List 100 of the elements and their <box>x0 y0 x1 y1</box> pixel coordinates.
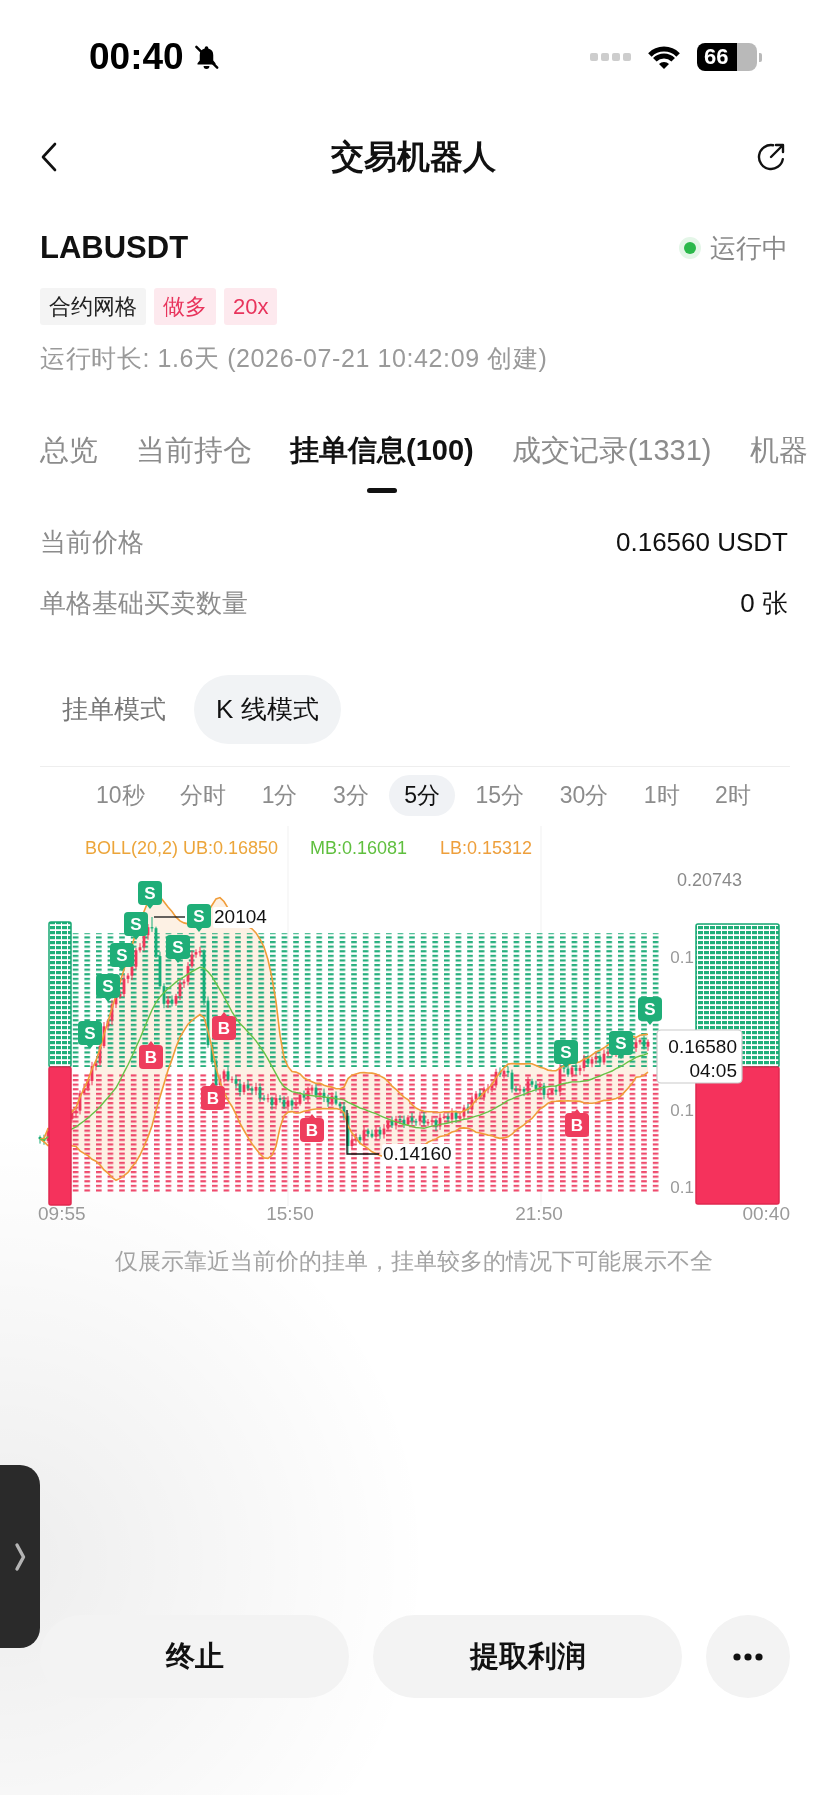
info-value: 0.16560 USDT <box>616 526 788 558</box>
rising-candle <box>406 1114 410 1127</box>
price-axis-label: 0.1 <box>670 948 694 967</box>
interval-tab[interactable]: 30分 <box>544 775 624 816</box>
strategy-tag: 合约网格 <box>40 288 146 325</box>
high-price-label: 20104 <box>213 906 268 928</box>
rising-candle <box>526 1076 530 1097</box>
mode-toggle[interactable]: K 线模式 <box>194 675 341 744</box>
info-label: 当前价格 <box>40 526 144 558</box>
falling-candle <box>170 994 174 1007</box>
back-button[interactable] <box>40 142 58 172</box>
rising-candle <box>230 1075 234 1084</box>
time-axis-label: 00:40 <box>742 1203 790 1224</box>
last-price-label: 0.16580 <box>668 1036 737 1057</box>
chevron-left-icon <box>40 142 58 172</box>
time-axis-label: 15:50 <box>266 1203 314 1224</box>
rising-candle <box>538 1081 542 1094</box>
interval-tab[interactable]: 1时 <box>628 775 695 816</box>
falling-candle <box>542 1082 546 1100</box>
falling-candle <box>270 1096 274 1111</box>
more-icon <box>733 1652 763 1661</box>
falling-candle <box>290 1097 294 1111</box>
rising-candle <box>558 1063 562 1097</box>
mode-toggle[interactable]: 挂单模式 <box>40 675 188 744</box>
middle-band-legend: MB:0.16081 <box>310 838 408 858</box>
symbol-title: LABUSDT <box>40 230 189 266</box>
rising-candle <box>266 1093 270 1103</box>
max-price-label: 0.20743 <box>676 870 742 890</box>
rising-candle <box>518 1084 522 1095</box>
interval-tab[interactable]: 3分 <box>317 775 384 816</box>
falling-candle <box>642 1035 646 1050</box>
low-price-label: 0.14160 <box>382 1143 453 1165</box>
high-price-leader <box>153 916 186 918</box>
rising-candle <box>166 995 170 1009</box>
rising-candle <box>274 1093 278 1110</box>
rising-candle <box>374 1125 378 1141</box>
tab[interactable]: 挂单信息(100) <box>290 432 474 468</box>
side-panel-handle[interactable] <box>0 1465 40 1648</box>
rising-candle <box>318 1090 322 1099</box>
action-button[interactable]: 提取利润 <box>373 1615 682 1698</box>
rising-candle <box>450 1107 454 1125</box>
circle-arrow-icon <box>756 142 786 172</box>
price-axis-label: 0.1 <box>670 1101 694 1120</box>
runtime-text: 运行时长: 1.6天 (2026-07-21 10:42:09 创建) <box>40 343 548 373</box>
price-axis-label: 0.1 <box>670 1178 694 1197</box>
time-axis-label: 21:50 <box>515 1203 563 1224</box>
battery-indicator: 66 <box>697 43 762 71</box>
falling-candle <box>574 1062 578 1076</box>
falling-candle <box>446 1112 450 1124</box>
falling-candle <box>478 1088 482 1100</box>
interval-tab[interactable]: 10秒 <box>81 775 160 816</box>
time-axis-label: 09:55 <box>38 1203 86 1224</box>
info-value: 0 张 <box>740 587 788 619</box>
falling-candle <box>598 1054 602 1067</box>
bell-off-icon <box>192 43 220 71</box>
rising-candle <box>286 1095 290 1112</box>
page-title: 交易机器人 <box>330 136 496 177</box>
tab[interactable]: 总览 <box>40 432 98 468</box>
falling-candle <box>358 1134 362 1145</box>
falling-candle <box>466 1103 470 1115</box>
falling-candle <box>378 1126 382 1140</box>
falling-candle <box>554 1084 558 1096</box>
falling-candle <box>454 1110 458 1124</box>
tab-indicator <box>366 488 397 493</box>
order-display-note: 仅展示靠近当前价的挂单，挂单较多的情况下可能展示不全 <box>115 1247 713 1276</box>
rising-candle <box>254 1082 258 1096</box>
tab[interactable]: 成交记录(1331) <box>511 432 712 468</box>
rising-candle <box>418 1111 422 1126</box>
falling-candle <box>422 1111 426 1127</box>
status-time: 00:40 <box>89 36 184 78</box>
falling-candle <box>302 1090 306 1102</box>
countdown-label: 04:05 <box>689 1060 737 1081</box>
rising-candle <box>242 1081 246 1096</box>
interval-tab[interactable]: 2时 <box>700 775 766 816</box>
chevron-right-icon <box>14 1541 26 1572</box>
falling-candle <box>226 1066 230 1082</box>
falling-candle <box>586 1054 590 1066</box>
interval-tab[interactable]: 15分 <box>460 775 540 816</box>
interval-tab[interactable]: 分时 <box>165 775 242 816</box>
direction-tag: 做多 <box>154 288 216 325</box>
upper-band-legend: BOLL(20,2) UB:0.16850 <box>85 838 279 858</box>
interval-tab[interactable]: 1分 <box>246 775 313 816</box>
falling-candle <box>434 1118 438 1132</box>
signal-icon <box>590 53 631 61</box>
rising-candle <box>570 1065 574 1078</box>
tab[interactable]: 机器 <box>749 432 808 468</box>
tab[interactable]: 当前持仓 <box>136 432 252 468</box>
rising-candle <box>646 1038 650 1052</box>
rising-candle <box>394 1115 398 1131</box>
interval-tab[interactable]: 5分 <box>389 775 456 816</box>
falling-candle <box>522 1086 526 1097</box>
rising-candle <box>330 1091 334 1107</box>
info-label: 单格基础买卖数量 <box>40 587 248 619</box>
rising-candle <box>362 1125 366 1146</box>
lower-band-legend: LB:0.15312 <box>440 838 533 858</box>
low-price-leader <box>346 1109 380 1155</box>
falling-candle <box>498 1066 502 1078</box>
rising-candle <box>502 1068 506 1080</box>
share-button[interactable] <box>756 142 786 172</box>
status-label: 运行中 <box>710 231 788 265</box>
